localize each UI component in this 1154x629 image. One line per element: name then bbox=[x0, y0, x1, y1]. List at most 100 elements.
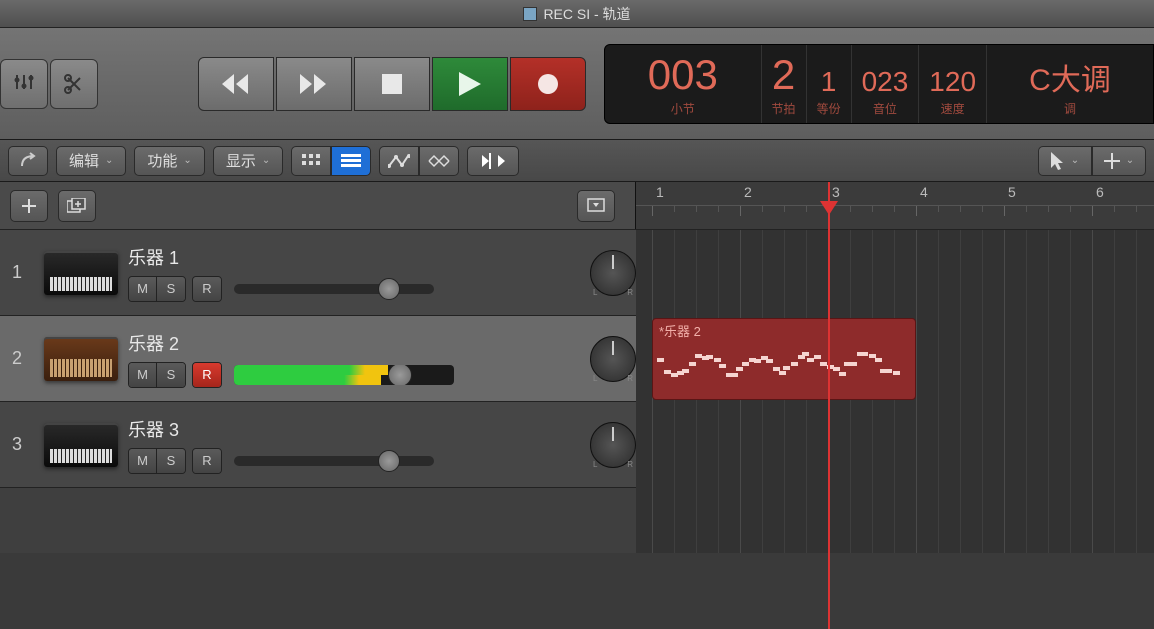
arrange-area[interactable]: *乐器 2 bbox=[636, 230, 1154, 553]
pointer-tool-button[interactable]: ⌄ bbox=[1038, 146, 1092, 176]
track-name-label[interactable]: 乐器 2 bbox=[128, 330, 566, 356]
edit-menu[interactable]: 编辑⌄ bbox=[56, 146, 126, 176]
msr-buttons: M S bbox=[128, 448, 186, 474]
automation-icon bbox=[388, 154, 410, 168]
lcd-bar-label: 小节 bbox=[671, 100, 695, 117]
volume-slider[interactable] bbox=[234, 284, 434, 294]
lcd-tempo[interactable]: 120 速度 bbox=[919, 45, 987, 123]
instrument-icon[interactable] bbox=[40, 243, 122, 303]
automation-button[interactable] bbox=[379, 146, 419, 176]
ruler-bar-number: 4 bbox=[920, 184, 928, 200]
window-titlebar: REC SI - 轨道 bbox=[0, 0, 1154, 28]
track-list: 1 乐器 1 M S R LR 2 乐器 2 M S bbox=[0, 230, 636, 553]
functions-menu-label: 功能 bbox=[147, 150, 177, 171]
grid-view-button[interactable] bbox=[291, 146, 331, 176]
track-name-label[interactable]: 乐器 1 bbox=[128, 244, 566, 270]
record-enable-button[interactable]: R bbox=[193, 363, 221, 387]
lcd-bar[interactable]: 003 小节 bbox=[605, 45, 762, 123]
play-icon bbox=[459, 72, 481, 96]
forward-button[interactable] bbox=[276, 57, 352, 111]
editor-toolbar: 编辑⌄ 功能⌄ 显示⌄ ⌄ ⌄ bbox=[0, 140, 1154, 182]
instrument-icon[interactable] bbox=[40, 415, 122, 475]
secondary-tool-button[interactable]: ⌄ bbox=[1092, 146, 1146, 176]
level-meter bbox=[234, 365, 454, 385]
chevron-down-icon: ⌄ bbox=[1071, 155, 1079, 166]
view-menu[interactable]: 显示⌄ bbox=[213, 146, 283, 176]
automation-segment bbox=[379, 146, 459, 176]
volume-slider[interactable] bbox=[234, 456, 434, 466]
lcd-beat[interactable]: 2 节拍 bbox=[762, 45, 807, 123]
chevron-down-icon: ⌄ bbox=[105, 155, 113, 166]
catch-playhead-button[interactable] bbox=[467, 146, 519, 176]
ruler-bar-number: 5 bbox=[1008, 184, 1016, 200]
track-header-config-button[interactable] bbox=[577, 190, 615, 222]
lcd-key-value: C大调 bbox=[1029, 66, 1111, 96]
volume-thumb[interactable] bbox=[388, 365, 412, 385]
lcd-div[interactable]: 1 等份 bbox=[807, 45, 852, 123]
back-nav-button[interactable] bbox=[8, 146, 48, 176]
track-row[interactable]: 1 乐器 1 M S R LR bbox=[0, 230, 636, 316]
functions-menu[interactable]: 功能⌄ bbox=[134, 146, 204, 176]
lcd-beat-label: 节拍 bbox=[772, 100, 796, 117]
lcd-bar-value: 003 bbox=[648, 54, 718, 96]
solo-button[interactable]: S bbox=[157, 449, 185, 473]
mute-button[interactable]: M bbox=[129, 449, 157, 473]
rewind-button[interactable] bbox=[198, 57, 274, 111]
msr-buttons: M S bbox=[128, 276, 186, 302]
lcd-div-value: 1 bbox=[821, 68, 837, 96]
stop-button[interactable] bbox=[354, 57, 430, 111]
track-number: 3 bbox=[0, 434, 34, 455]
record-enable-button[interactable]: R bbox=[193, 277, 221, 301]
playhead[interactable] bbox=[828, 182, 830, 629]
duplicate-track-button[interactable] bbox=[58, 190, 96, 222]
solo-button[interactable]: S bbox=[157, 277, 185, 301]
ruler-bar-number: 3 bbox=[832, 184, 840, 200]
lcd-key[interactable]: C大调 调 bbox=[987, 45, 1153, 123]
track-row[interactable]: 2 乐器 2 M S R LR bbox=[0, 316, 636, 402]
mute-button[interactable]: M bbox=[129, 363, 157, 387]
lcd-div-label: 等份 bbox=[817, 100, 841, 117]
solo-button[interactable]: S bbox=[157, 363, 185, 387]
mute-button[interactable]: M bbox=[129, 277, 157, 301]
ruler-bar-number: 6 bbox=[1096, 184, 1104, 200]
msr-buttons: M S bbox=[128, 362, 186, 388]
instrument-icon[interactable] bbox=[40, 329, 122, 389]
window-title: REC SI - 轨道 bbox=[543, 4, 630, 24]
region-name: *乐器 2 bbox=[653, 319, 915, 342]
record-enable-button[interactable]: R bbox=[193, 449, 221, 473]
pan-knob[interactable]: LR bbox=[590, 336, 636, 382]
timeline-ruler[interactable]: 123456 bbox=[636, 182, 1154, 229]
tracks-area: 1 乐器 1 M S R LR 2 乐器 2 M S bbox=[0, 230, 1154, 553]
add-track-button[interactable] bbox=[10, 190, 48, 222]
pan-knob[interactable]: LR bbox=[590, 250, 636, 296]
scissors-button[interactable] bbox=[50, 59, 98, 109]
chevron-down-icon: ⌄ bbox=[1126, 155, 1134, 166]
transport-bar: 003 小节 2 节拍 1 等份 023 音位 120 速度 C大调 调 bbox=[0, 28, 1154, 140]
grid-icon bbox=[302, 154, 320, 168]
forward-icon bbox=[300, 74, 328, 94]
flex-button[interactable] bbox=[419, 146, 459, 176]
tracks-header: 123456 bbox=[0, 182, 1154, 230]
list-view-button[interactable] bbox=[331, 146, 371, 176]
pan-knob[interactable]: LR bbox=[590, 422, 636, 468]
lcd-tick-label: 音位 bbox=[873, 100, 897, 117]
rewind-icon bbox=[222, 74, 250, 94]
crosshair-icon bbox=[1104, 153, 1120, 169]
volume-thumb[interactable] bbox=[378, 450, 400, 472]
track-row[interactable]: 3 乐器 3 M S R LR bbox=[0, 402, 636, 488]
lcd-tick[interactable]: 023 音位 bbox=[852, 45, 920, 123]
track-name-label[interactable]: 乐器 3 bbox=[128, 416, 566, 442]
list-icon bbox=[341, 154, 361, 168]
curved-arrow-icon bbox=[19, 152, 37, 170]
volume-thumb[interactable] bbox=[378, 278, 400, 300]
view-mode-segment bbox=[291, 146, 371, 176]
mixer-icon-button[interactable] bbox=[0, 59, 48, 109]
ruler-bar-number: 1 bbox=[656, 184, 664, 200]
record-button[interactable] bbox=[510, 57, 586, 111]
tool-segment: ⌄ ⌄ bbox=[1038, 146, 1146, 176]
view-menu-label: 显示 bbox=[226, 150, 256, 171]
stop-icon bbox=[382, 74, 402, 94]
rec-enable: R bbox=[192, 276, 222, 302]
play-button[interactable] bbox=[432, 57, 508, 111]
midi-region[interactable]: *乐器 2 bbox=[652, 318, 916, 400]
